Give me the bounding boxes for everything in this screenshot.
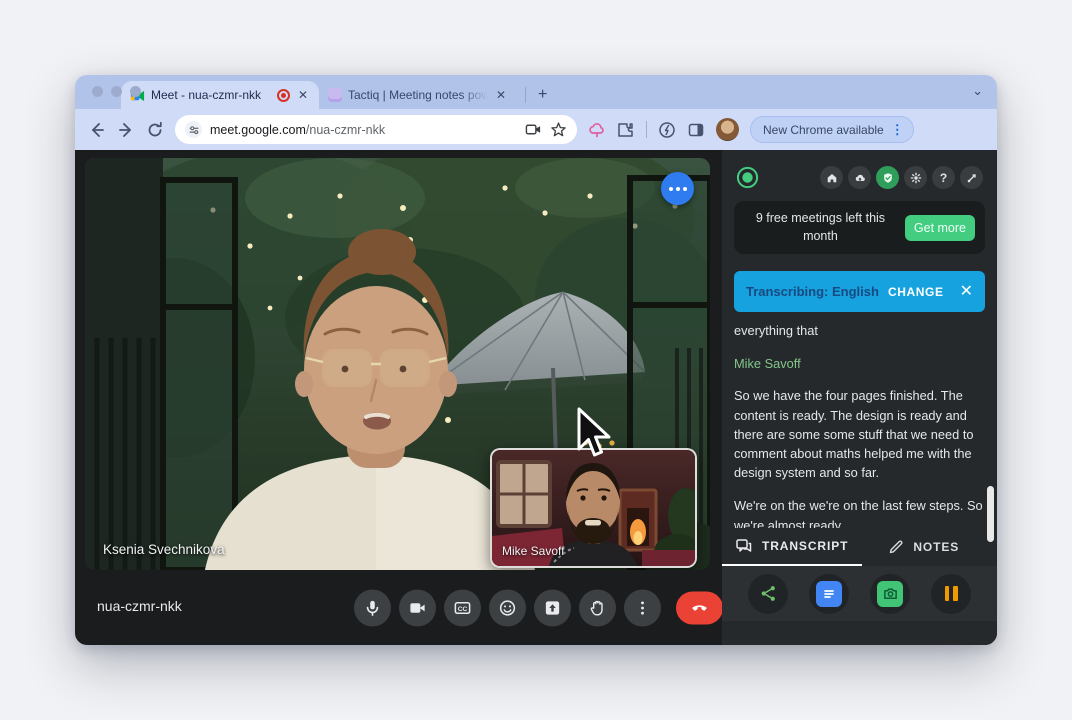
chrome-update-button[interactable]: New Chrome available ⋮ <box>750 116 914 143</box>
minimize-window-button[interactable] <box>111 86 122 97</box>
transcript-line: So we have the four pages finished. The … <box>734 386 985 482</box>
transcript-line: everything that <box>734 321 985 340</box>
tab-close-icon[interactable]: ✕ <box>494 88 508 102</box>
reload-button[interactable] <box>146 121 164 139</box>
window-controls[interactable] <box>92 86 141 97</box>
tactiq-favicon <box>328 88 342 102</box>
tactiq-extension-icon[interactable] <box>588 121 606 139</box>
participant-name-label: Ksenia Svechnikova <box>103 542 225 557</box>
extensions-puzzle-icon[interactable] <box>617 121 635 139</box>
change-language-button[interactable]: CHANGE <box>888 285 944 299</box>
browser-menu-icon[interactable]: ⋮ <box>891 122 904 138</box>
help-icon[interactable]: ? <box>932 166 955 189</box>
recording-indicator-icon <box>277 89 290 102</box>
more-options-button[interactable] <box>624 589 661 626</box>
pip-name-label: Mike Savoff <box>502 544 564 558</box>
transcript-scrollbar[interactable] <box>987 486 994 542</box>
mic-button[interactable] <box>354 589 391 626</box>
tactiq-tabs: TRANSCRIPT NOTES <box>722 528 997 566</box>
meet-page: Ksenia Svechnikova <box>75 150 997 645</box>
tab-title: Tactiq | Meeting notes powe <box>348 88 488 102</box>
tab-close-icon[interactable]: ✕ <box>296 88 310 102</box>
meet-control-bar: nua-czmr-nkk CC <box>75 570 722 645</box>
notes-tab-label: NOTES <box>913 540 959 554</box>
tactiq-footer-spacer <box>734 621 985 645</box>
desktop: Meet - nua-czmr-nkk ✕ Tactiq | Meeting n… <box>0 0 1072 720</box>
transcript-speaker: Mike Savoff <box>734 354 985 373</box>
meeting-code-label: nua-czmr-nkk <box>97 598 182 614</box>
bookmark-star-icon[interactable] <box>550 121 567 138</box>
screenshot-button[interactable] <box>870 574 910 614</box>
transcribing-label: Transcribing: English <box>746 284 880 299</box>
tab-transcript[interactable]: TRANSCRIPT <box>722 528 862 566</box>
shield-check-icon[interactable] <box>876 166 899 189</box>
svg-text:CC: CC <box>458 605 468 612</box>
quota-card: 9 free meetings left this month Get more <box>734 201 985 254</box>
quota-text: 9 free meetings left this month <box>744 210 897 245</box>
pause-transcription-button[interactable] <box>931 574 971 614</box>
tab-search-chevron-icon[interactable]: ⌄ <box>972 83 983 99</box>
chat-bubble-button[interactable] <box>661 172 694 205</box>
profile-avatar[interactable] <box>716 118 739 141</box>
tab-strip: Meet - nua-czmr-nkk ✕ Tactiq | Meeting n… <box>75 75 997 109</box>
address-bar[interactable]: meet.google.com/nua-czmr-nkk <box>175 115 577 144</box>
tab-tactiq[interactable]: Tactiq | Meeting notes powe ✕ <box>319 81 517 109</box>
close-window-button[interactable] <box>92 86 103 97</box>
pause-icon <box>945 586 958 601</box>
banner-close-icon[interactable]: ✕ <box>960 284 973 300</box>
tactiq-logo-icon <box>736 166 759 189</box>
chrome-update-label: New Chrome available <box>763 123 884 137</box>
transcript-icon <box>736 539 753 554</box>
tab-title: Meet - nua-czmr-nkk <box>151 88 271 102</box>
toolbar-separator <box>646 121 647 138</box>
url-host: meet.google.com <box>210 123 306 137</box>
popout-icon[interactable] <box>960 166 983 189</box>
reactions-button[interactable] <box>489 589 526 626</box>
camera-button[interactable] <box>399 589 436 626</box>
tab-separator <box>525 87 526 103</box>
end-call-button[interactable] <box>676 591 723 624</box>
history-extension-icon[interactable] <box>658 121 676 139</box>
transcribing-banner: Transcribing: English CHANGE ✕ <box>734 271 985 312</box>
main-video-tile: Ksenia Svechnikova <box>85 158 710 570</box>
google-doc-icon <box>816 581 842 607</box>
transcript-feed: everything that Mike Savoff So we have t… <box>734 321 985 528</box>
tactiq-action-bar <box>722 566 997 621</box>
cloud-upload-icon[interactable] <box>848 166 871 189</box>
tab-meet[interactable]: Meet - nua-czmr-nkk ✕ <box>121 81 319 109</box>
browser-toolbar: meet.google.com/nua-czmr-nkk New Chrome … <box>75 109 997 150</box>
pip-video-tile[interactable]: Mike Savoff <box>490 448 697 568</box>
site-settings-icon[interactable] <box>185 121 202 138</box>
present-button[interactable] <box>534 589 571 626</box>
notes-pencil-icon <box>888 539 904 555</box>
url-path: /nua-czmr-nkk <box>306 123 385 137</box>
browser-window: Meet - nua-czmr-nkk ✕ Tactiq | Meeting n… <box>75 75 997 645</box>
get-more-button[interactable]: Get more <box>905 215 975 241</box>
transcript-line: We're on the we're on the last few steps… <box>734 496 985 528</box>
open-doc-button[interactable] <box>809 574 849 614</box>
new-tab-button[interactable]: + <box>534 86 551 104</box>
help-glyph: ? <box>940 171 947 185</box>
camera-permission-icon[interactable] <box>525 121 542 138</box>
zoom-window-button[interactable] <box>130 86 141 97</box>
side-panel-icon[interactable] <box>687 121 705 139</box>
transcript-tab-label: TRANSCRIPT <box>762 539 848 553</box>
screenshot-camera-icon <box>877 581 903 607</box>
tactiq-panel: ? 9 free meetings left this month Get mo… <box>722 150 997 645</box>
share-button[interactable] <box>748 574 788 614</box>
tactiq-header: ? <box>736 166 983 189</box>
settings-gear-icon[interactable] <box>904 166 927 189</box>
url-text: meet.google.com/nua-czmr-nkk <box>210 123 517 137</box>
home-icon[interactable] <box>820 166 843 189</box>
captions-button[interactable]: CC <box>444 589 481 626</box>
tab-notes[interactable]: NOTES <box>862 528 997 566</box>
forward-button[interactable] <box>117 121 135 139</box>
raise-hand-button[interactable] <box>579 589 616 626</box>
back-button[interactable] <box>88 121 106 139</box>
